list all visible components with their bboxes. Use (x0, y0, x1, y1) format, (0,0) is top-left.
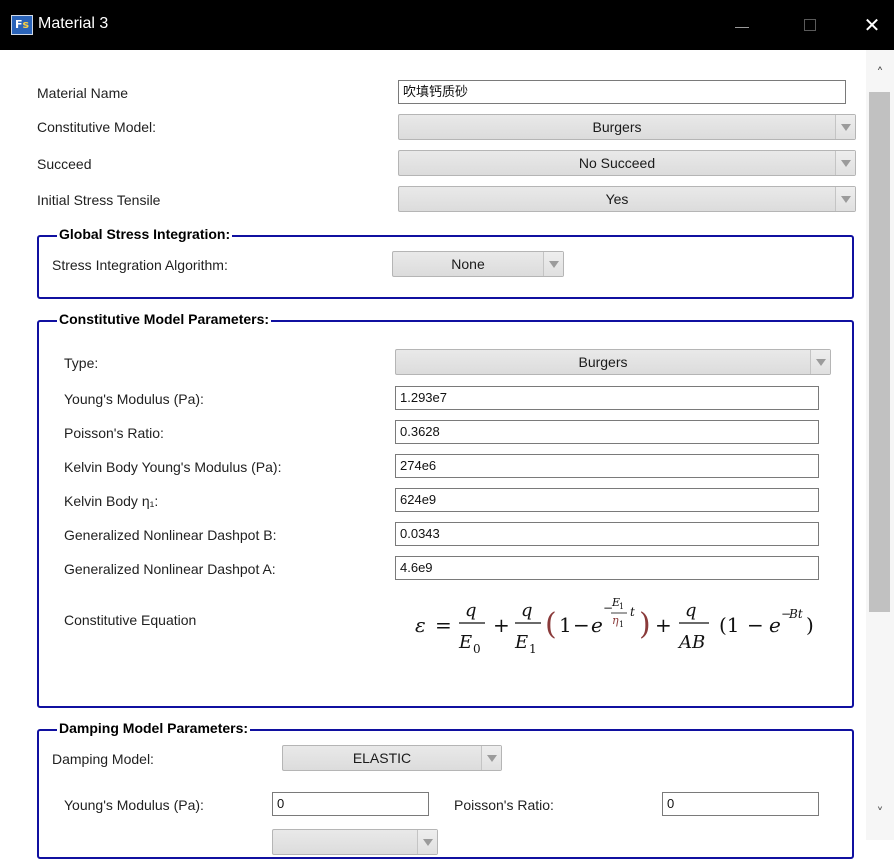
scrollbar-thumb[interactable] (869, 92, 890, 612)
svg-text:E: E (514, 632, 528, 653)
svg-text:−: − (573, 613, 590, 637)
svg-text:(1: (1 (719, 613, 740, 637)
global-stress-group: Global Stress Integration: Stress Integr… (37, 226, 854, 299)
constitutive-model-select[interactable]: Burgers (398, 114, 856, 140)
svg-text:): ) (806, 613, 814, 637)
svg-text:e: e (591, 613, 603, 637)
constitutive-model-value: Burgers (592, 119, 642, 135)
damping-model-label: Damping Model: (52, 751, 154, 767)
initial-stress-select[interactable]: Yes (398, 186, 856, 212)
damping-model-value: ELASTIC (352, 750, 412, 766)
global-stress-title: Global Stress Integration: (57, 226, 233, 242)
chevron-down-icon[interactable] (835, 187, 855, 211)
svg-text:q: q (521, 600, 533, 621)
svg-text:E: E (458, 632, 472, 653)
svg-text:0: 0 (473, 642, 481, 656)
damping-youngs-label: Young's Modulus (Pa): (64, 797, 204, 813)
chevron-down-icon[interactable]: ˅ (866, 806, 894, 826)
svg-text:q: q (685, 600, 697, 621)
succeed-label: Succeed (37, 156, 92, 172)
damping-params-title: Damping Model Parameters: (57, 720, 251, 736)
stress-algorithm-label: Stress Integration Algorithm: (52, 257, 228, 273)
svg-text:(: ( (545, 607, 557, 642)
dashpot-b-input[interactable]: 0.0343 (395, 522, 819, 546)
succeed-value: No Succeed (578, 155, 656, 171)
minimize-icon[interactable] (722, 8, 762, 42)
svg-text:+: + (493, 613, 510, 637)
svg-text:): ) (639, 607, 651, 642)
damping-poisson-input[interactable]: 0 (662, 792, 819, 816)
equation-label: Constitutive Equation (64, 612, 197, 628)
chevron-down-icon[interactable] (835, 115, 855, 139)
svg-text:+: + (655, 613, 672, 637)
chevron-down-icon[interactable] (810, 350, 830, 374)
svg-text:1: 1 (619, 620, 624, 629)
constitutive-params-title: Constitutive Model Parameters: (57, 311, 272, 327)
svg-text:η: η (612, 614, 619, 627)
param-label: Young's Modulus (Pa): (64, 391, 204, 407)
svg-text:1: 1 (529, 642, 537, 656)
poissons-ratio-input[interactable]: 0.3628 (395, 420, 819, 444)
param-label: Generalized Nonlinear Dashpot A: (64, 561, 276, 577)
damping-youngs-input[interactable]: 0 (272, 792, 429, 816)
param-label: Kelvin Body Young's Modulus (Pa): (64, 459, 282, 475)
chevron-down-icon[interactable] (543, 252, 563, 276)
svg-text:AB: AB (677, 632, 705, 653)
damping-model-select[interactable]: ELASTIC (282, 745, 502, 771)
param-label: Poisson's Ratio: (64, 425, 164, 441)
type-select[interactable]: Burgers (395, 349, 831, 375)
succeed-select[interactable]: No Succeed (398, 150, 856, 176)
window-title: Material 3 (38, 15, 109, 32)
maximize-icon[interactable] (790, 8, 830, 42)
window-titlebar: Fs Material 3 ✕ (0, 0, 894, 50)
svg-text:ε: ε (415, 613, 426, 637)
param-label: Generalized Nonlinear Dashpot B: (64, 527, 277, 543)
svg-text:1: 1 (619, 602, 624, 611)
material-form: Material Name 吹填钙质砂 Constitutive Model: … (0, 50, 894, 859)
type-value: Burgers (578, 354, 628, 370)
stress-algorithm-select[interactable]: None (392, 251, 564, 277)
chevron-down-icon[interactable] (417, 830, 437, 854)
svg-text:e: e (769, 613, 781, 637)
svg-text:1: 1 (559, 613, 572, 637)
svg-text:t: t (630, 605, 635, 619)
param-label: Kelvin Body η₁: (64, 493, 159, 509)
dashpot-a-input[interactable]: 4.6e9 (395, 556, 819, 580)
material-name-label: Material Name (37, 85, 129, 101)
svg-text:q: q (465, 600, 477, 621)
initial-stress-value: Yes (605, 191, 629, 207)
kelvin-eta-input[interactable]: 624e9 (395, 488, 819, 512)
damping-poisson-label: Poisson's Ratio: (454, 797, 554, 813)
chevron-down-icon[interactable] (481, 746, 501, 770)
initial-stress-label: Initial Stress Tensile (37, 192, 161, 208)
svg-text:−: − (747, 613, 764, 637)
svg-text:Bt: Bt (788, 607, 803, 621)
close-icon[interactable]: ✕ (852, 8, 892, 42)
stress-algorithm-value: None (451, 256, 485, 272)
chevron-down-icon[interactable] (835, 151, 855, 175)
type-label: Type: (64, 355, 99, 371)
damping-extra-select[interactable] (272, 829, 438, 855)
material-name-input[interactable]: 吹填钙质砂 (398, 80, 846, 104)
constitutive-model-label: Constitutive Model: (37, 119, 157, 135)
kelvin-youngs-modulus-input[interactable]: 274e6 (395, 454, 819, 478)
svg-text:=: = (435, 613, 452, 637)
fsi-app-icon: Fs (11, 15, 33, 35)
constitutive-equation-formula: ε = q E 0 + q E 1 ( 1 − e − E 1 η 1 t) … (413, 584, 833, 664)
youngs-modulus-input[interactable]: 1.293e7 (395, 386, 819, 410)
vertical-scrollbar[interactable]: ˄ ˅ (866, 50, 894, 840)
chevron-up-icon[interactable]: ˄ (866, 66, 894, 86)
